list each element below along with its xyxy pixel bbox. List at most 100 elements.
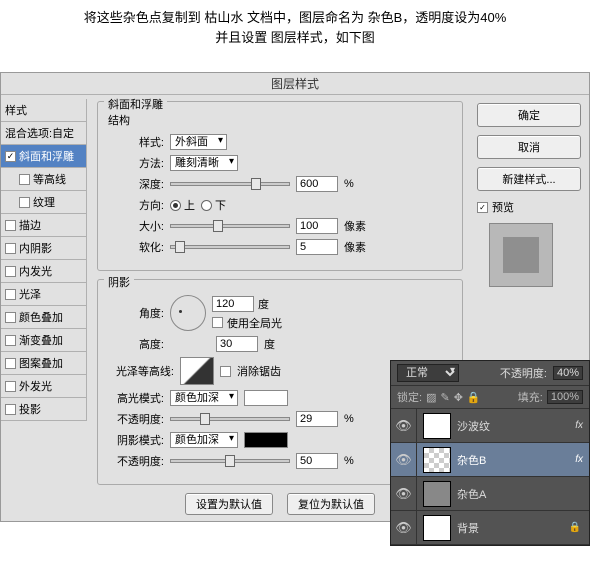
checkbox-icon[interactable]	[5, 266, 16, 277]
highlight-opacity-label: 不透明度:	[108, 411, 164, 427]
layer-name: 沙波纹	[457, 418, 490, 434]
style-item-图案叠加[interactable]: 图案叠加	[1, 352, 87, 375]
cancel-button[interactable]: 取消	[477, 135, 581, 159]
visibility-eye-icon[interactable]: 👁	[391, 477, 417, 510]
structure-label: 结构	[108, 112, 452, 128]
blend-options-row[interactable]: 混合选项:自定	[1, 122, 87, 145]
highlight-opacity-input[interactable]	[296, 411, 338, 427]
layers-panel: 正常 不透明度: 40% 锁定: ▨ ✎ ✥ 🔒 填充: 100% 👁 沙波纹 fx…	[390, 360, 590, 546]
size-input[interactable]	[296, 218, 338, 234]
shadow-opacity-input[interactable]	[296, 453, 338, 469]
direction-label: 方向:	[108, 197, 164, 213]
lock-move-icon[interactable]: ✥	[454, 391, 463, 404]
layer-blend-mode-select[interactable]: 正常	[397, 364, 459, 382]
layer-name: 杂色A	[457, 486, 486, 502]
highlight-opacity-slider[interactable]	[170, 417, 290, 421]
layer-thumbnail[interactable]	[423, 515, 451, 541]
visibility-eye-icon[interactable]: 👁	[391, 409, 417, 442]
layer-row[interactable]: 👁背景🔒	[391, 511, 589, 545]
checkbox-icon[interactable]	[5, 289, 16, 300]
style-item-颜色叠加[interactable]: 颜色叠加	[1, 306, 87, 329]
shadow-opacity-slider[interactable]	[170, 459, 290, 463]
technique-select[interactable]: 雕刻清晰	[170, 155, 238, 171]
ok-button[interactable]: 确定	[477, 103, 581, 127]
layer-row[interactable]: 👁 杂色B fx	[391, 443, 589, 477]
checkbox-icon[interactable]	[5, 243, 16, 254]
fx-badge[interactable]: fx	[575, 420, 583, 431]
checkbox-icon[interactable]	[5, 404, 16, 415]
visibility-eye-icon[interactable]: 👁	[391, 443, 417, 476]
direction-up-radio[interactable]: 上	[170, 197, 195, 213]
layer-opacity-value[interactable]: 40%	[553, 366, 583, 380]
altitude-input[interactable]	[216, 336, 258, 352]
style-item-光泽[interactable]: 光泽	[1, 283, 87, 306]
layer-fill-value[interactable]: 100%	[547, 390, 583, 404]
style-item-外发光[interactable]: 外发光	[1, 375, 87, 398]
highlight-color-swatch[interactable]	[244, 390, 288, 406]
fill-label: 填充:	[518, 389, 543, 405]
fx-badge[interactable]: fx	[575, 454, 583, 465]
shadow-mode-select[interactable]: 颜色加深	[170, 432, 238, 448]
soften-slider[interactable]	[170, 245, 290, 249]
style-item-label: 内阴影	[19, 240, 52, 256]
size-label: 大小:	[108, 218, 164, 234]
style-item-内阴影[interactable]: 内阴影	[1, 237, 87, 260]
lock-pixels-icon[interactable]: ▨	[426, 391, 436, 404]
checkbox-icon[interactable]	[19, 174, 30, 185]
global-light-checkbox[interactable]	[212, 317, 223, 328]
style-item-label: 图案叠加	[19, 355, 63, 371]
antialias-checkbox[interactable]	[220, 366, 231, 377]
reset-default-button[interactable]: 复位为默认值	[287, 493, 375, 515]
new-style-button[interactable]: 新建样式...	[477, 167, 581, 191]
lock-all-icon[interactable]: 🔒	[467, 391, 481, 404]
lock-label: 锁定:	[397, 389, 422, 405]
checkbox-icon[interactable]	[5, 335, 16, 346]
depth-slider[interactable]	[170, 182, 290, 186]
style-item-描边[interactable]: 描边	[1, 214, 87, 237]
style-item-纹理[interactable]: 纹理	[1, 191, 87, 214]
gloss-contour-picker[interactable]	[180, 357, 214, 385]
highlight-mode-label: 高光模式:	[108, 390, 164, 406]
lock-position-icon[interactable]: ✎	[440, 391, 449, 404]
checkbox-icon[interactable]	[5, 358, 16, 369]
technique-label: 方法:	[108, 155, 164, 171]
shadow-color-swatch[interactable]	[244, 432, 288, 448]
style-item-label: 内发光	[19, 263, 52, 279]
size-slider[interactable]	[170, 224, 290, 228]
layer-row[interactable]: 👁 杂色A	[391, 477, 589, 511]
depth-input[interactable]	[296, 176, 338, 192]
shadow-opacity-label: 不透明度:	[108, 453, 164, 469]
layer-thumbnail[interactable]	[423, 447, 451, 473]
style-item-等高线[interactable]: 等高线	[1, 168, 87, 191]
style-select[interactable]: 外斜面	[170, 134, 227, 150]
style-item-label: 纹理	[33, 194, 55, 210]
soften-input[interactable]	[296, 239, 338, 255]
style-item-渐变叠加[interactable]: 渐变叠加	[1, 329, 87, 352]
layer-row[interactable]: 👁 沙波纹 fx	[391, 409, 589, 443]
highlight-mode-select[interactable]: 颜色加深	[170, 390, 238, 406]
angle-dial[interactable]	[170, 295, 206, 331]
instruction-text: 将这些杂色点复制到 枯山水 文档中，图层命名为 杂色B，透明度设为40% 并且设…	[0, 0, 590, 59]
direction-down-radio[interactable]: 下	[201, 197, 226, 213]
checkbox-icon[interactable]	[5, 381, 16, 392]
visibility-eye-icon[interactable]: 👁	[391, 511, 417, 544]
make-default-button[interactable]: 设置为默认值	[185, 493, 273, 515]
checkbox-icon[interactable]	[5, 220, 16, 231]
style-item-投影[interactable]: 投影	[1, 398, 87, 421]
checkbox-icon[interactable]	[5, 312, 16, 323]
layer-thumbnail[interactable]	[423, 481, 451, 507]
checkbox-icon[interactable]	[19, 197, 30, 208]
instruction-line-1: 将这些杂色点复制到 枯山水 文档中，图层命名为 杂色B，透明度设为40%	[40, 8, 550, 28]
preview-checkbox[interactable]: ✓	[477, 202, 488, 213]
soften-label: 软化:	[108, 239, 164, 255]
style-item-内发光[interactable]: 内发光	[1, 260, 87, 283]
checkbox-icon[interactable]: ✓	[5, 151, 16, 162]
style-label: 样式:	[108, 134, 164, 150]
layer-thumbnail[interactable]	[423, 413, 451, 439]
angle-input[interactable]	[212, 296, 254, 312]
style-item-斜面和浮雕[interactable]: ✓斜面和浮雕	[1, 145, 87, 168]
layer-opacity-label: 不透明度:	[500, 365, 547, 381]
style-item-label: 投影	[19, 401, 41, 417]
layer-name: 杂色B	[457, 452, 486, 468]
dialog-title: 图层样式	[1, 73, 589, 95]
